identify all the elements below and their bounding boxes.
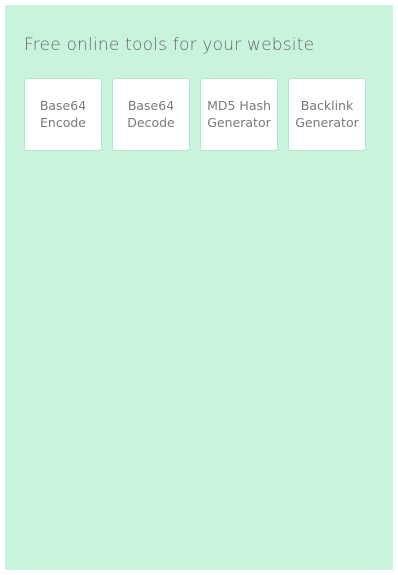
base64-encode-button[interactable]: Base64 Encode [24, 78, 102, 151]
tool-label: Base64 Decode [127, 97, 175, 130]
base64-decode-button[interactable]: Base64 Decode [112, 78, 190, 151]
tool-grid: Base64 Encode Base64 Decode MD5 Hash Gen… [24, 78, 366, 151]
tool-label: Base64 Encode [39, 97, 87, 130]
page-heading: Free online tools for your website [24, 35, 315, 55]
backlink-generator-button[interactable]: Backlink Generator [288, 78, 366, 151]
tool-label: Backlink Generator [295, 97, 359, 130]
tool-label: MD5 Hash Generator [207, 97, 271, 130]
tools-panel: Free online tools for your website Base6… [5, 5, 393, 570]
md5-hash-generator-button[interactable]: MD5 Hash Generator [200, 78, 278, 151]
